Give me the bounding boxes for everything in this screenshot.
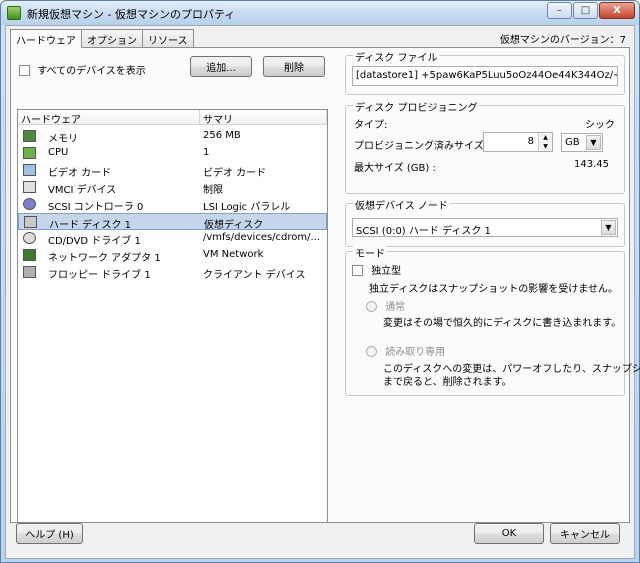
- list-item[interactable]: CPU 1: [18, 145, 327, 162]
- list-item[interactable]: メモリ 256 MB: [18, 128, 327, 145]
- list-item[interactable]: SCSI コントローラ 0 LSI Logic パラレル: [18, 196, 327, 213]
- tab-resources[interactable]: リソース: [142, 29, 194, 47]
- hardware-summary: 制限: [203, 185, 223, 196]
- hardware-summary: /vmfs/devices/cdrom/...: [203, 232, 321, 243]
- memory-icon: [23, 130, 36, 142]
- disk-provisioning-group: ディスク プロビジョニング タイプ: シック プロビジョニング済みサイズ: 8 …: [345, 99, 625, 194]
- list-item-selected[interactable]: ハード ディスク 1 仮想ディスク: [18, 213, 327, 231]
- hardware-name: メモリ: [48, 134, 78, 145]
- disk-file-title: ディスク ファイル: [353, 49, 440, 64]
- show-all-devices-checkbox[interactable]: [19, 65, 30, 76]
- tab-options[interactable]: オプション: [81, 29, 143, 47]
- disk-file-group: ディスク ファイル [datastore1] +5paw6KaP5Luu5oOz…: [345, 49, 625, 95]
- provisioned-size-value: 8: [527, 136, 534, 147]
- ok-button[interactable]: OK: [474, 523, 544, 544]
- size-spinner[interactable]: ▲ ▼: [538, 133, 552, 151]
- virtual-device-node-title: 仮想デバイス ノード: [353, 197, 450, 212]
- independent-checkbox-row[interactable]: 独立型: [352, 262, 401, 277]
- readonly-radio-row[interactable]: 読み取り専用: [366, 343, 445, 358]
- independent-checkbox[interactable]: [352, 265, 363, 276]
- cd-dvd-icon: [23, 232, 36, 244]
- max-size-label: 最大サイズ (GB) :: [354, 163, 436, 174]
- vmci-icon: [23, 181, 36, 193]
- title-bar[interactable]: 新規仮想マシン - 仮想マシンのプロパティ – □ X: [1, 1, 639, 25]
- mode-group: モード 独立型 独立ディスクはスナップショットの影響を受けません。 通常 変更は…: [345, 245, 640, 396]
- hardware-summary: 256 MB: [203, 130, 241, 141]
- network-adapter-icon: [23, 249, 36, 261]
- hardware-summary: 仮想ディスク: [204, 220, 264, 231]
- mode-title: モード: [353, 245, 387, 260]
- hardware-name: ネットワーク アダプタ 1: [48, 253, 161, 264]
- column-header-summary[interactable]: サマリ: [200, 110, 327, 126]
- list-item[interactable]: CD/DVD ドライブ 1 /vmfs/devices/cdrom/...: [18, 230, 327, 247]
- properties-window: 新規仮想マシン - 仮想マシンのプロパティ – □ X ハードウェア オプション…: [0, 0, 640, 563]
- hardware-tab-page: すべてのデバイスを表示 追加... 削除 ハードウェア サマリ メモリ 256 …: [10, 47, 640, 523]
- hardware-name: SCSI コントローラ 0: [48, 202, 144, 213]
- video-card-icon: [23, 164, 36, 176]
- vm-app-icon: [7, 6, 21, 20]
- list-item[interactable]: ビデオ カード ビデオ カード: [18, 162, 327, 179]
- normal-radio[interactable]: [366, 301, 377, 312]
- disk-file-path-field[interactable]: [datastore1] +5paw6KaP5Luu5oOz44Oe44K344…: [352, 66, 618, 86]
- hardware-name: ビデオ カード: [48, 168, 112, 179]
- hardware-name: VMCI デバイス: [48, 185, 117, 196]
- tab-hardware[interactable]: ハードウェア: [10, 29, 82, 48]
- scsi-controller-icon: [23, 198, 36, 210]
- virtual-device-node-group: 仮想デバイス ノード SCSI (0:0) ハード ディスク 1 ▼: [345, 197, 625, 247]
- provisioning-title: ディスク プロビジョニング: [353, 99, 480, 114]
- list-item[interactable]: VMCI デバイス 制限: [18, 179, 327, 196]
- help-button[interactable]: ヘルプ (H): [16, 523, 83, 544]
- normal-description: 変更はその場で恒久的にディスクに書き込まれます。: [383, 318, 622, 329]
- readonly-radio[interactable]: [366, 346, 377, 357]
- hardware-list-header: ハードウェア サマリ: [18, 110, 327, 126]
- provisioned-size-label: プロビジョニング済みサイズ:: [354, 141, 488, 152]
- cpu-icon: [23, 147, 36, 159]
- max-size-value: 143.45: [574, 159, 609, 170]
- cancel-button[interactable]: キャンセル: [550, 523, 620, 544]
- hardware-name: ハード ディスク 1: [49, 220, 132, 231]
- hardware-summary: LSI Logic パラレル: [203, 202, 291, 213]
- chevron-down-icon[interactable]: ▼: [586, 135, 601, 150]
- hardware-summary: クライアント デバイス: [203, 270, 306, 281]
- list-item[interactable]: ネットワーク アダプタ 1 VM Network: [18, 247, 327, 264]
- show-all-devices-label: すべてのデバイスを表示: [37, 66, 146, 77]
- tab-strip: ハードウェア オプション リソース: [10, 29, 194, 48]
- independent-label: 独立型: [371, 266, 402, 277]
- size-unit-value: GB: [565, 137, 580, 148]
- list-item[interactable]: フロッピー ドライブ 1 クライアント デバイス: [18, 264, 327, 281]
- virtual-device-node-value: SCSI (0:0) ハード ディスク 1: [356, 226, 491, 237]
- hardware-name: フロッピー ドライブ 1: [48, 270, 151, 281]
- hardware-summary: ビデオ カード: [203, 168, 267, 179]
- window-title: 新規仮想マシン - 仮想マシンのプロパティ: [27, 8, 236, 21]
- close-button[interactable]: X: [599, 2, 635, 19]
- dialog-client: ハードウェア オプション リソース 仮想マシンのバージョン：7 すべてのデバイス…: [5, 25, 640, 559]
- hard-disk-icon: [24, 216, 37, 228]
- normal-label: 通常: [385, 302, 406, 313]
- provisioning-type-label: タイプ:: [354, 120, 388, 131]
- readonly-description-line-2: まで戻ると、削除されます。: [383, 377, 512, 388]
- size-unit-select[interactable]: GB ▼: [561, 133, 603, 152]
- show-all-devices-checkbox-row[interactable]: すべてのデバイスを表示: [19, 62, 146, 77]
- independent-description: 独立ディスクはスナップショットの影響を受けません。: [369, 284, 618, 295]
- hardware-name: CPU: [48, 147, 69, 158]
- chevron-down-icon[interactable]: ▼: [601, 220, 616, 235]
- hardware-list[interactable]: ハードウェア サマリ メモリ 256 MB CPU 1 ビデオ カード ビデオ …: [17, 109, 328, 523]
- normal-radio-row[interactable]: 通常: [366, 298, 405, 313]
- hardware-name: CD/DVD ドライブ 1: [48, 236, 141, 247]
- hardware-summary: 1: [203, 147, 210, 158]
- readonly-label: 読み取り専用: [385, 347, 446, 358]
- column-header-hardware[interactable]: ハードウェア: [18, 110, 200, 126]
- hardware-summary: VM Network: [203, 249, 264, 260]
- maximize-button[interactable]: □: [573, 2, 598, 19]
- minimize-button[interactable]: –: [547, 2, 572, 19]
- remove-button[interactable]: 削除: [263, 56, 325, 77]
- add-button[interactable]: 追加...: [190, 56, 252, 77]
- vm-version-label: 仮想マシンのバージョン：7: [499, 35, 626, 46]
- virtual-device-node-select[interactable]: SCSI (0:0) ハード ディスク 1 ▼: [352, 218, 618, 237]
- floppy-icon: [23, 266, 36, 278]
- provisioning-type-value: シック: [585, 120, 615, 131]
